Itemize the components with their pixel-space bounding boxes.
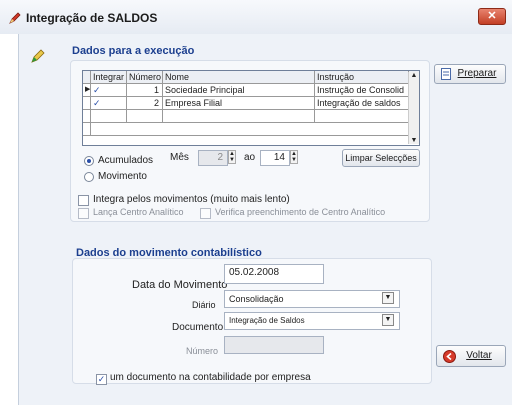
row-integrar-check[interactable]: ✓ [91,84,127,97]
radio-acumulados-label: Acumulados [98,155,154,166]
voltar-label: Voltar [466,350,492,361]
radio-movimento-label: Movimento [98,171,147,182]
document-icon [441,68,451,80]
data-movimento-input[interactable]: 05.02.2008 [224,264,324,284]
row-instrucao: Instrução de Consolid [315,84,409,97]
preparar-label: Preparar [457,68,497,79]
lanca-centro-checkbox[interactable] [78,208,89,219]
documento-dropdown-arrow-icon[interactable]: ▼ [382,314,394,326]
mes-from-input[interactable]: 2 [198,150,228,166]
voltar-button[interactable]: Voltar [436,345,506,367]
header-nome[interactable]: Nome [163,71,315,84]
section-title-execucao: Dados para a execução [72,45,195,57]
mes-label: Mês [170,152,189,163]
um-documento-label: um documento na contabilidade por empres… [110,372,311,383]
header-numero[interactable]: Número [127,71,163,84]
row-numero: 2 [127,97,163,110]
preparar-button[interactable]: Preparar [434,64,506,84]
row-indicator [83,97,91,110]
verifica-centro-label: Verifica preenchimento de Centro Analíti… [215,207,386,217]
diario-select[interactable]: Consolidação [224,290,400,308]
row-instrucao: Integração de saldos [315,97,409,110]
limpar-seleccoes-button[interactable]: Limpar Selecções [342,149,420,167]
row-nome: Empresa Filial [163,97,315,110]
pencil-icon [31,49,45,63]
back-circle-icon [443,350,456,363]
mes-from-spinner-icon[interactable]: ▲ ▼ [228,150,236,164]
window-title: Integração de SALDOS [26,11,158,25]
row-indicator-header [83,71,91,84]
companies-table[interactable]: Integrar Número Nome Instrução ▶ ✓ 1 Soc… [82,70,420,146]
table-row[interactable]: ✓ 2 Empresa Filial Integração de saldos [83,97,419,110]
documento-select[interactable]: Integração de Saldos [224,312,400,330]
ao-label: ao [244,152,256,163]
data-movimento-label: Data do Movimento [132,279,228,291]
close-button[interactable]: ✕ [478,8,506,25]
numero-input[interactable] [224,336,324,354]
title-bar: Integração de SALDOS ✕ [0,0,512,34]
row-nome: Sociedade Principal [163,84,315,97]
numero-label: Número [186,346,219,356]
table-header-row: Integrar Número Nome Instrução [83,71,419,84]
mes-to-spinner-icon[interactable]: ▲ ▼ [290,150,298,164]
row-integrar-check[interactable]: ✓ [91,97,127,110]
app-pencil-icon [9,12,21,24]
documento-label: Documento [172,322,224,333]
table-scrollbar[interactable]: ▲ ▼ [408,72,419,144]
header-instrucao[interactable]: Instrução [315,71,409,84]
row-numero: 1 [127,84,163,97]
diario-dropdown-arrow-icon[interactable]: ▼ [382,292,394,304]
current-row-indicator-icon: ▶ [83,84,91,97]
mes-to-input[interactable]: 14 [260,150,290,166]
um-documento-checkbox[interactable]: ✓ [96,374,107,385]
scroll-down-icon[interactable]: ▼ [409,137,419,144]
scroll-up-icon[interactable]: ▲ [409,72,419,82]
radio-acumulados[interactable] [84,156,94,166]
radio-movimento[interactable] [84,172,94,182]
header-integrar[interactable]: Integrar [91,71,127,84]
lanca-centro-label: Lança Centro Analítico [93,207,184,217]
diario-label: Diário [192,300,216,310]
table-row-empty [83,123,419,136]
verifica-centro-checkbox[interactable] [200,208,211,219]
integra-movimentos-label: Integra pelos movimentos (muito mais len… [93,194,290,205]
table-row[interactable]: ▶ ✓ 1 Sociedade Principal Instrução de C… [83,84,419,97]
table-row-empty [83,110,419,123]
integra-movimentos-checkbox[interactable] [78,195,89,206]
